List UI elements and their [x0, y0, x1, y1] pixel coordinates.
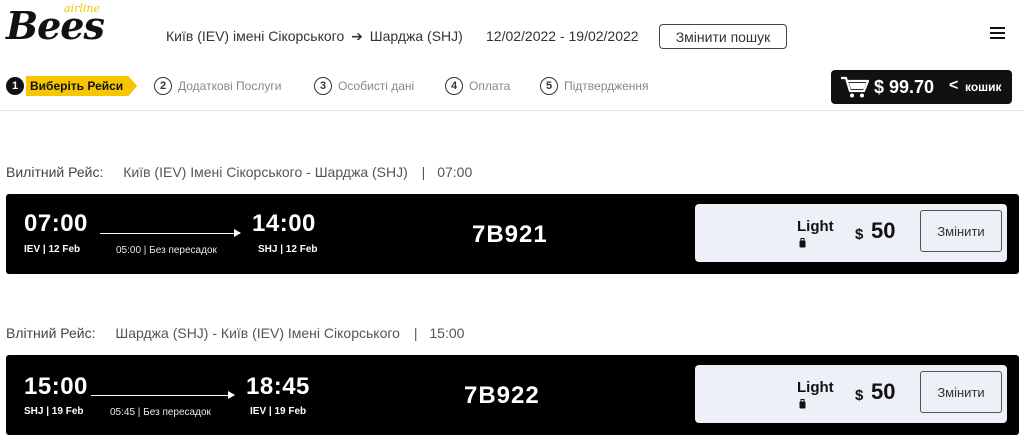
- flight-arrow: [100, 229, 241, 237]
- price-currency: $: [855, 387, 864, 404]
- cart-button[interactable]: $ 99.70 < кошик: [831, 70, 1012, 104]
- change-fare-button[interactable]: Змінити: [920, 210, 1002, 252]
- step-extra-services[interactable]: 2 Додаткові Послуги: [154, 74, 281, 98]
- flight-arrow: [91, 391, 235, 399]
- route-to: Шарджа (SHJ): [369, 28, 463, 44]
- divider: [0, 110, 1024, 111]
- header: airline Bees Київ (IEV) імені Сікорськог…: [0, 0, 1024, 68]
- arrival-time: 14:00: [252, 210, 316, 237]
- change-search-button[interactable]: Змінити пошук: [659, 24, 787, 49]
- flight-time: 07:00: [437, 164, 473, 180]
- step-number: 3: [314, 77, 332, 95]
- step-payment[interactable]: 4 Оплата: [445, 74, 510, 98]
- outbound-flight-card[interactable]: 07:00 IEV | 12 Feb 05:00 | Без пересадок…: [6, 194, 1019, 274]
- departure-time: 15:00: [24, 373, 88, 400]
- step-personal-data[interactable]: 3 Особисті дані: [314, 74, 414, 98]
- airline-logo[interactable]: airline Bees: [6, 2, 110, 48]
- departure-info: SHJ | 19 Feb: [24, 406, 84, 417]
- flight-number: 7B922: [464, 382, 540, 409]
- logo-text: Bees: [6, 3, 105, 48]
- chevron-left-icon: <: [949, 77, 959, 94]
- step-label: Додаткові Послуги: [178, 79, 282, 93]
- flight-number: 7B921: [472, 221, 548, 248]
- separator: |: [413, 325, 418, 341]
- flight-time: 15:00: [429, 325, 465, 341]
- arrival-info: IEV | 19 Feb: [250, 406, 307, 417]
- price-value: 50: [871, 218, 896, 243]
- change-fare-button[interactable]: Змінити: [920, 371, 1002, 413]
- luggage-icon: [799, 399, 806, 409]
- return-flight-title: Влітний Рейс: Шарджа (SHJ) - Київ (IEV) …: [6, 325, 464, 341]
- step-number: 5: [540, 77, 558, 95]
- return-flight-card[interactable]: 15:00 SHJ | 19 Feb 05:45 | Без пересадок…: [6, 355, 1019, 435]
- price-currency: $: [855, 226, 864, 243]
- step-label: Особисті дані: [338, 79, 415, 93]
- step-label: Підтвердження: [564, 79, 649, 93]
- step-confirmation[interactable]: 5 Підтвердження: [540, 74, 649, 98]
- flight-route: Шарджа (SHJ) - Київ (IEV) Імені Сікорськ…: [115, 325, 400, 341]
- arrival-time: 18:45: [246, 373, 310, 400]
- fare-box: Light $ 50 Змінити: [695, 204, 1007, 262]
- flight-duration: 05:00 | Без пересадок: [116, 245, 217, 256]
- separator: |: [421, 164, 426, 180]
- departure-time: 07:00: [24, 210, 88, 237]
- flight-kind: Вилітний Рейс:: [6, 164, 104, 180]
- fare-box: Light $ 50 Змінити: [695, 365, 1007, 423]
- flight-kind: Влітний Рейс:: [6, 325, 96, 341]
- search-dates: 12/02/2022 - 19/02/2022: [486, 28, 639, 44]
- fare-name: Light: [797, 379, 834, 396]
- flight-duration: 05:45 | Без пересадок: [110, 407, 211, 418]
- luggage-icon: [799, 238, 806, 248]
- step-label: Виберіть Рейси: [26, 76, 138, 96]
- route-from: Київ (IEV) імені Сікорського: [166, 28, 345, 44]
- cart-label: кошик: [965, 80, 1002, 94]
- arrival-info: SHJ | 12 Feb: [258, 244, 318, 255]
- step-number: 1: [6, 77, 24, 95]
- price-value: 50: [871, 379, 896, 404]
- step-number: 4: [445, 77, 463, 95]
- hamburger-menu-icon[interactable]: [990, 27, 1005, 39]
- cart-icon: [841, 76, 870, 98]
- cart-total: $ 99.70: [874, 77, 935, 97]
- outbound-flight-title: Вилітний Рейс: Київ (IEV) Імені Сікорськ…: [6, 164, 472, 180]
- arrow-right-icon: ➔: [351, 28, 363, 44]
- fare-name: Light: [797, 218, 834, 235]
- departure-info: IEV | 12 Feb: [24, 244, 81, 255]
- search-route: Київ (IEV) імені Сікорського ➔ Шарджа (S…: [166, 28, 463, 45]
- step-label: Оплата: [469, 79, 511, 93]
- step-select-flights[interactable]: 1 Виберіть Рейси: [6, 74, 138, 98]
- step-number: 2: [154, 77, 172, 95]
- flight-route: Київ (IEV) Імені Сікорського - Шарджа (S…: [123, 164, 408, 180]
